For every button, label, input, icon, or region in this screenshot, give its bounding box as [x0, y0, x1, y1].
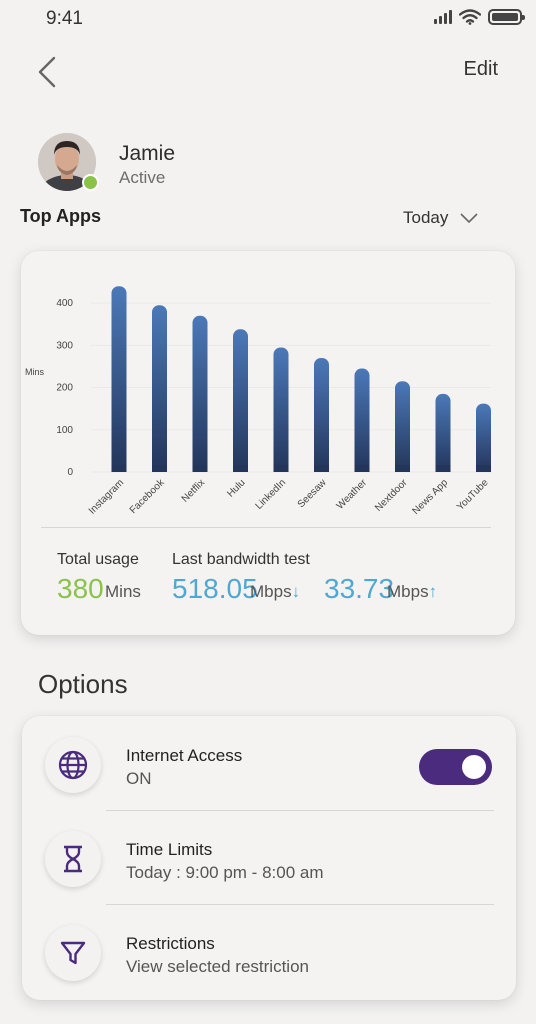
- option-subtitle: ON: [126, 769, 152, 788]
- option-restrictions[interactable]: Restrictions View selected restriction: [22, 904, 516, 998]
- options-title: Options: [38, 669, 128, 699]
- bar-base: [354, 465, 370, 472]
- bandwidth-label: Last bandwidth test: [172, 551, 310, 568]
- x-tick-label: News App: [411, 477, 451, 517]
- bar-facebook: [152, 305, 167, 472]
- nav-bar: Edit: [0, 48, 536, 96]
- y-axis-label: Mins: [25, 367, 45, 377]
- x-tick-label: YouTube: [455, 477, 491, 513]
- upload-speed-value: 33.73: [324, 573, 395, 604]
- total-usage-label: Total usage: [57, 551, 139, 568]
- arrow-up-icon: ↑: [428, 582, 438, 601]
- top-apps-title: Top Apps: [20, 206, 101, 226]
- bar-nextdoor: [395, 381, 410, 472]
- profile-name: Jamie: [119, 142, 176, 165]
- bar-seesaw: [314, 358, 329, 472]
- bar-netflix: [192, 315, 208, 472]
- y-tick-label: 400: [56, 298, 73, 309]
- hourglass-icon: [45, 831, 101, 887]
- option-title: Restrictions: [126, 934, 215, 953]
- signal-icon: [434, 10, 452, 24]
- x-tick-label: Seesaw: [296, 477, 329, 510]
- bar-base: [192, 465, 208, 472]
- total-usage-value: 380: [57, 573, 104, 604]
- edit-button[interactable]: Edit: [464, 58, 498, 81]
- period-selector[interactable]: Today: [403, 208, 478, 228]
- internet-access-toggle[interactable]: [419, 749, 492, 785]
- bar-base: [152, 465, 167, 472]
- x-tick-label: LinkedIn: [254, 477, 289, 512]
- arrow-down-icon: ↓: [291, 582, 301, 601]
- y-tick-label: 0: [67, 467, 73, 478]
- bar-base: [476, 465, 491, 472]
- chart-divider: [41, 527, 491, 528]
- battery-icon: [488, 9, 525, 25]
- bar-base: [435, 465, 451, 472]
- bar-linkedin: [273, 347, 289, 472]
- status-time: 9:41: [46, 8, 83, 29]
- bar-base: [111, 465, 127, 472]
- back-button[interactable]: [30, 52, 64, 92]
- profile-status: Active: [119, 168, 166, 187]
- bar-youtube: [476, 403, 491, 472]
- y-tick-label: 100: [56, 425, 73, 436]
- online-status-dot: [82, 174, 99, 191]
- x-tick-label: Facebook: [128, 477, 168, 517]
- x-tick-label: Instagram: [87, 477, 126, 516]
- toggle-knob: [462, 755, 486, 779]
- status-icons: [434, 9, 525, 25]
- bar-weather: [354, 368, 370, 472]
- option-title: Internet Access: [126, 746, 243, 765]
- option-subtitle: Today : 9:00 pm - 8:00 am: [126, 863, 324, 882]
- x-tick-label: Weather: [335, 477, 370, 512]
- x-tick-label: Hulu: [225, 477, 247, 499]
- period-label: Today: [403, 208, 449, 227]
- usage-bar-chart: 0 100 200 300 400 Instagram Facebook Netflix Hu…: [25, 286, 491, 517]
- bar-news-app: [435, 393, 451, 472]
- bar-base: [273, 465, 289, 472]
- y-tick-label: 300: [56, 340, 73, 351]
- globe-icon: [45, 737, 101, 793]
- bar-instagram: [111, 286, 127, 472]
- options-card: Internet Access ON Time Limits Today : 9…: [22, 716, 516, 1000]
- chevron-down-icon: [460, 213, 478, 223]
- bar-base: [395, 465, 410, 472]
- download-speed-unit: Mbps↓: [250, 582, 300, 602]
- download-speed-value: 518.05: [172, 573, 258, 604]
- option-time-limits[interactable]: Time Limits Today : 9:00 pm - 8:00 am: [22, 810, 516, 904]
- profile-header: Jamie Active: [38, 133, 338, 193]
- option-subtitle: View selected restriction: [126, 957, 309, 976]
- x-tick-label: Netflix: [180, 477, 207, 504]
- x-tick-label: Nextdoor: [373, 477, 410, 514]
- total-usage-unit: Mins: [105, 582, 141, 601]
- top-apps-card: 0 100 200 300 400 Instagram Facebook Netflix Hu…: [21, 251, 515, 635]
- bar-hulu: [233, 329, 248, 472]
- upload-speed-unit: Mbps↑: [387, 582, 437, 602]
- download-unit-text: Mbps: [250, 582, 292, 601]
- filter-icon: [45, 925, 101, 981]
- chevron-left-icon: [38, 56, 56, 88]
- status-bar: 9:41: [0, 0, 536, 40]
- option-title: Time Limits: [126, 840, 213, 859]
- bar-base: [233, 465, 248, 472]
- y-tick-label: 200: [56, 383, 73, 394]
- upload-unit-text: Mbps: [387, 582, 429, 601]
- option-internet-access[interactable]: Internet Access ON: [22, 716, 516, 810]
- wifi-icon: [459, 9, 481, 25]
- bar-base: [314, 465, 329, 472]
